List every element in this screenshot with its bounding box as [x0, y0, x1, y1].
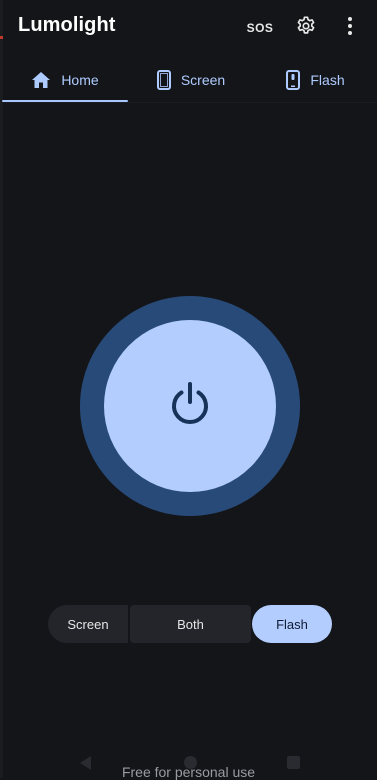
more-options-button[interactable]: [338, 14, 362, 42]
power-button[interactable]: [104, 320, 276, 492]
tab-bar: Home Screen Flash: [0, 58, 377, 102]
phone-screen-icon: [156, 70, 171, 90]
app-root: Lumolight SOS Home Screen Flash Screen B…: [0, 0, 377, 780]
tab-screen-label: Screen: [180, 72, 226, 88]
sos-button[interactable]: SOS: [243, 14, 277, 42]
power-icon: [166, 380, 214, 433]
tab-screen[interactable]: Screen: [128, 58, 254, 102]
app-title: Lumolight: [18, 14, 116, 36]
tab-flash-label: Flash: [310, 72, 345, 88]
mode-option-screen[interactable]: Screen: [48, 605, 128, 643]
tab-divider: [0, 102, 377, 103]
app-bar: Lumolight SOS: [0, 0, 377, 56]
tab-home-label: Home: [61, 72, 99, 88]
more-vert-icon: [347, 16, 353, 41]
tab-flash[interactable]: Flash: [254, 58, 377, 102]
mode-option-both[interactable]: Both: [130, 605, 251, 643]
phone-flash-icon: [286, 70, 301, 90]
tab-home[interactable]: Home: [2, 58, 128, 102]
mode-option-flash[interactable]: Flash: [252, 605, 332, 643]
settings-button[interactable]: [292, 14, 320, 42]
home-icon: [31, 71, 51, 89]
left-edge: [0, 0, 3, 778]
gear-icon: [295, 15, 317, 42]
